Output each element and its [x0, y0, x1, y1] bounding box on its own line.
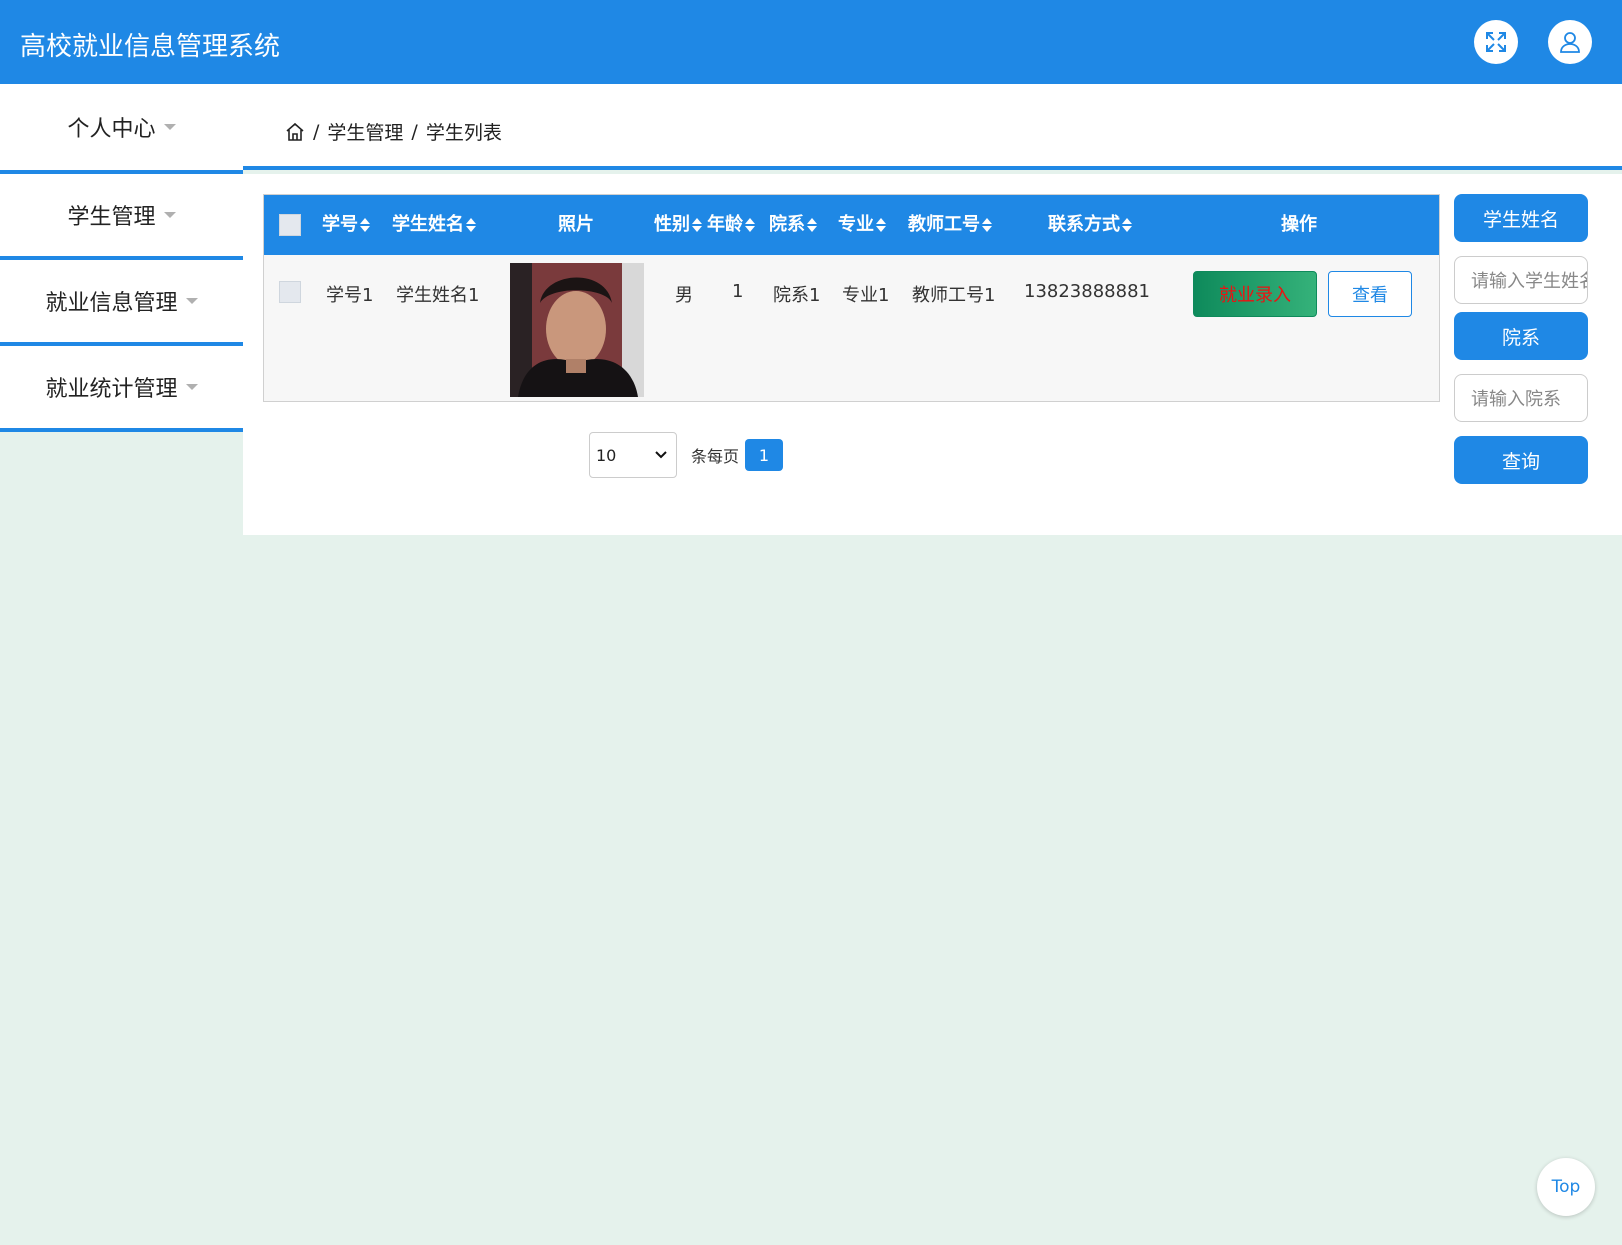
cell-major: 专业1 [842, 285, 890, 306]
caret-down-icon [163, 124, 176, 130]
query-button[interactable]: 查询 [1454, 436, 1588, 484]
select-all-checkbox[interactable] [279, 214, 301, 236]
search-panel: 学生姓名 请输入学生姓名 院系 请输入院系 查询 [1454, 194, 1588, 484]
page-size-value: 10 [596, 445, 617, 465]
column-age[interactable]: 年龄 [707, 195, 755, 255]
fullscreen-button[interactable] [1474, 20, 1518, 64]
caret-down-icon [185, 384, 198, 390]
cell-age: 1 [732, 281, 744, 302]
breadcrumb-separator: / [411, 120, 418, 143]
per-page-label: 条每页 [691, 447, 740, 466]
sidebar-item-personal-center[interactable]: 个人中心 [0, 84, 243, 170]
page-size-select[interactable]: 10 [589, 432, 677, 478]
cell-gender: 男 [675, 285, 693, 306]
row-checkbox[interactable] [279, 281, 301, 303]
caret-down-icon [163, 212, 176, 218]
top-header: 高校就业信息管理系统 [0, 0, 1622, 84]
home-icon[interactable] [285, 122, 305, 142]
user-menu-button[interactable] [1548, 20, 1592, 64]
sort-icon [692, 218, 702, 232]
sidebar-item-label: 个人中心 [67, 117, 156, 142]
employment-entry-button[interactable]: 就业录入 [1193, 271, 1317, 317]
column-contact[interactable]: 联系方式 [1048, 195, 1132, 255]
column-student-id[interactable]: 学号 [322, 195, 370, 255]
chevron-down-icon [655, 451, 667, 459]
sort-icon [1122, 218, 1132, 232]
sort-icon [466, 218, 476, 232]
sort-icon [982, 218, 992, 232]
column-teacher-id[interactable]: 教师工号 [908, 195, 992, 255]
back-to-top-button[interactable]: Top [1537, 1158, 1595, 1216]
column-major[interactable]: 专业 [838, 195, 886, 255]
cell-student-name: 学生姓名1 [396, 285, 480, 306]
cell-phone: 13823888881 [1024, 281, 1150, 302]
pagination: 10 条每页 1 [589, 432, 784, 478]
sidebar-item-label: 就业信息管理 [45, 291, 178, 316]
sidebar-item-employment-info[interactable]: 就业信息管理 [0, 260, 243, 346]
column-actions: 操作 [1281, 214, 1317, 235]
sort-icon [876, 218, 886, 232]
column-gender[interactable]: 性别 [654, 195, 702, 255]
user-icon [1560, 32, 1580, 53]
main-content: 学号 学生姓名 照片 性别 年龄 院系 专业 教师工号 联系方式 操作 学号1 … [243, 174, 1622, 535]
sidebar-item-student-management[interactable]: 学生管理 [0, 174, 243, 260]
column-department[interactable]: 院系 [769, 195, 817, 255]
breadcrumb-bar: / 学生管理 / 学生列表 [243, 84, 1622, 170]
sidebar: 个人中心 学生管理 就业信息管理 就业统计管理 [0, 84, 243, 432]
breadcrumb-separator: / [313, 120, 320, 143]
breadcrumb: / 学生管理 / 学生列表 [285, 118, 502, 145]
column-student-name[interactable]: 学生姓名 [392, 195, 476, 255]
sort-icon [745, 218, 755, 232]
cell-teacher-id: 教师工号1 [912, 285, 996, 306]
department-label-button[interactable]: 院系 [1454, 312, 1588, 360]
caret-down-icon [185, 298, 198, 304]
student-name-label-button[interactable]: 学生姓名 [1454, 194, 1588, 242]
cell-department: 院系1 [773, 285, 821, 306]
app-title: 高校就业信息管理系统 [20, 32, 281, 62]
student-table: 学号 学生姓名 照片 性别 年龄 院系 专业 教师工号 联系方式 操作 学号1 … [263, 194, 1440, 402]
table-row: 学号1 学生姓名1 男 1 院系1 专业1 教师工号1 13823888881 … [264, 255, 1439, 401]
expand-icon [1486, 32, 1506, 52]
column-photo: 照片 [558, 214, 594, 235]
student-photo[interactable] [510, 263, 644, 397]
view-button[interactable]: 查看 [1328, 271, 1412, 317]
sidebar-item-label: 学生管理 [67, 205, 156, 230]
breadcrumb-student-management[interactable]: 学生管理 [327, 118, 403, 145]
department-input[interactable]: 请输入院系 [1454, 374, 1588, 422]
cell-student-id: 学号1 [326, 285, 374, 306]
sort-icon [360, 218, 370, 232]
breadcrumb-student-list: 学生列表 [425, 122, 502, 144]
table-header: 学号 学生姓名 照片 性别 年龄 院系 专业 教师工号 联系方式 操作 [264, 195, 1439, 255]
sort-icon [807, 218, 817, 232]
student-name-input[interactable]: 请输入学生姓名 [1454, 256, 1588, 304]
page-button-current[interactable]: 1 [745, 439, 784, 471]
sidebar-item-employment-stats[interactable]: 就业统计管理 [0, 346, 243, 432]
sidebar-item-label: 就业统计管理 [45, 377, 178, 402]
